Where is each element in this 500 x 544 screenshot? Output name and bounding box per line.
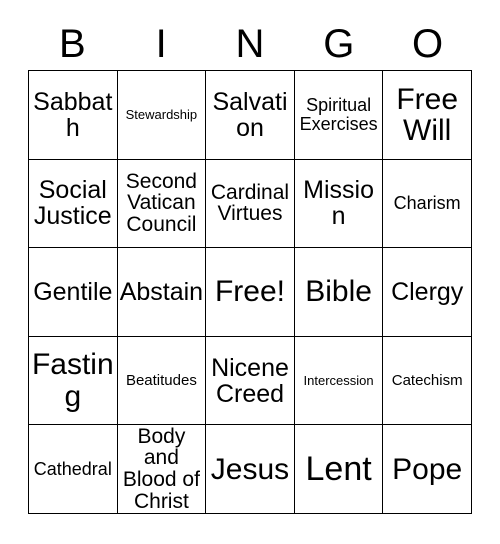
bingo-cell-label: Intercession xyxy=(303,372,374,388)
bingo-cell-label: Cardinal Virtues xyxy=(210,180,290,226)
bingo-cell-label: Clergy xyxy=(391,277,464,306)
bingo-cell[interactable]: Charism xyxy=(383,159,472,249)
bingo-cell[interactable]: Free Will xyxy=(383,71,472,160)
bingo-free-space-cell[interactable]: Free! xyxy=(206,248,295,337)
bingo-cell-label: Spiritual Exercises xyxy=(299,95,378,134)
bingo-cell-label: Free! xyxy=(214,275,285,309)
bingo-cell-label: Beatitudes xyxy=(125,371,197,389)
bingo-header: BINGO xyxy=(28,18,472,70)
bingo-cell[interactable]: Clergy xyxy=(383,248,472,337)
bingo-cell-label: Social Justice xyxy=(33,176,112,231)
bingo-header-letter-o: O xyxy=(412,22,444,66)
bingo-cell[interactable]: Mission xyxy=(294,159,384,249)
bingo-cell[interactable]: Bible xyxy=(294,248,384,337)
bingo-cell-label: Second Vatican Council xyxy=(125,169,197,237)
bingo-cell[interactable]: Stewardship xyxy=(117,71,207,160)
bingo-cell[interactable]: Cathedral xyxy=(29,425,118,514)
bingo-grid: Sabbath Stewardship Salvation Spiritual Exe… xyxy=(28,70,472,514)
bingo-header-letter-n: N xyxy=(235,22,265,66)
bingo-cell[interactable]: Catechism xyxy=(383,336,472,426)
bingo-cell[interactable]: Intercession xyxy=(294,336,384,426)
bingo-cell[interactable]: Nicene Creed xyxy=(206,336,295,426)
bingo-header-letter-g: G xyxy=(323,22,355,66)
bingo-cell-label: Jesus xyxy=(210,452,290,486)
bingo-cell-label: Body and Blood of Christ xyxy=(122,425,200,514)
bingo-cell[interactable]: Cardinal Virtues xyxy=(206,159,295,249)
bingo-cell[interactable]: Body and Blood of Christ xyxy=(117,425,207,514)
bingo-cell-label: Catechism xyxy=(391,371,463,389)
bingo-header-letter-i: I xyxy=(155,22,167,66)
bingo-cell[interactable]: Abstain xyxy=(117,248,207,337)
bingo-cell-label: Bible xyxy=(305,275,372,309)
bingo-cell[interactable]: Lent xyxy=(294,425,384,514)
bingo-cell-label: Cathedral xyxy=(33,458,112,479)
bingo-cell[interactable]: Spiritual Exercises xyxy=(294,71,384,160)
bingo-cell[interactable]: Social Justice xyxy=(29,159,118,249)
bingo-cell-label: Stewardship xyxy=(125,107,198,123)
bingo-cell[interactable]: Beatitudes xyxy=(117,336,207,426)
bingo-cell-label: Fasting xyxy=(31,348,114,413)
bingo-cell-label: Pope xyxy=(392,452,463,486)
bingo-cell-label: Abstain xyxy=(119,277,204,306)
bingo-cell[interactable]: Sabbath xyxy=(29,71,118,160)
bingo-cell[interactable]: Pope xyxy=(383,425,472,514)
bingo-header-letter-b: B xyxy=(59,22,86,66)
bingo-cell[interactable]: Salvation xyxy=(206,71,295,160)
bingo-cell-label: Mission xyxy=(303,176,375,231)
bingo-cell[interactable]: Fasting xyxy=(29,336,118,426)
bingo-cell-label: Gentile xyxy=(33,277,113,306)
bingo-cell[interactable]: Jesus xyxy=(206,425,295,514)
bingo-cell-label: Lent xyxy=(305,449,372,488)
bingo-card: B I N G O Sabbath Stewardship Salvation Spiritu… xyxy=(0,0,500,544)
bingo-cell-label: Sabbath xyxy=(33,87,113,142)
bingo-cell[interactable]: Gentile xyxy=(29,248,118,337)
bingo-cell-label: Salvation xyxy=(212,87,288,142)
bingo-cell-label: Charism xyxy=(393,193,461,214)
bingo-cell-label: Free Will xyxy=(396,82,459,147)
bingo-cell-label: Nicene Creed xyxy=(211,353,289,408)
bingo-cell[interactable]: Second Vatican Council xyxy=(117,159,207,249)
